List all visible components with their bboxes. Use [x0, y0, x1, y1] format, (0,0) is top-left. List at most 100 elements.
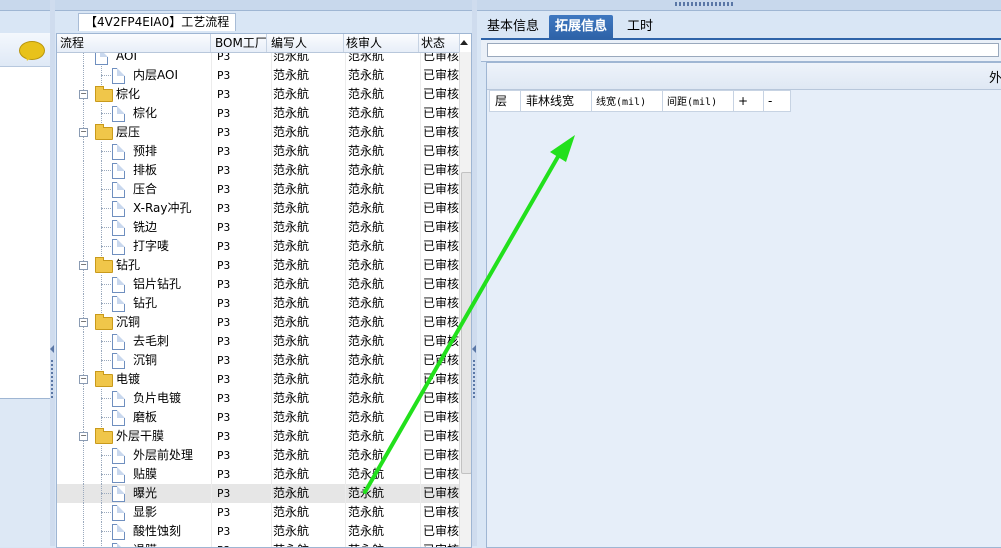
middle-splitter[interactable]: [472, 0, 477, 546]
th-line-width: 线宽(mil): [591, 91, 663, 111]
flow-cell[interactable]: − 棕化: [57, 85, 212, 104]
table-row[interactable]: 负片电镀 P3 范永航 范永航 已审核: [57, 389, 459, 408]
collapse-toggle-icon[interactable]: −: [79, 90, 88, 99]
flow-cell[interactable]: 负片电镀: [57, 389, 212, 408]
flow-cell[interactable]: − 沉铜: [57, 313, 212, 332]
flow-cell[interactable]: 酸性蚀刻: [57, 522, 212, 541]
detail-input[interactable]: [487, 43, 999, 57]
flow-cell[interactable]: 排板: [57, 161, 212, 180]
collapse-arrow-icon[interactable]: [472, 345, 476, 353]
table-row[interactable]: 内层AOI P3 范永航 范永航 已审核: [57, 66, 459, 85]
flow-cell[interactable]: 去毛刺: [57, 332, 212, 351]
table-row[interactable]: 沉铜 P3 范永航 范永航 已审核: [57, 351, 459, 370]
table-row[interactable]: 外层前处理 P3 范永航 范永航 已审核: [57, 446, 459, 465]
add-row-button[interactable]: +: [733, 91, 764, 111]
table-row[interactable]: 酸性蚀刻 P3 范永航 范永航 已审核: [57, 522, 459, 541]
table-row[interactable]: X-Ray冲孔 P3 范永航 范永航 已审核: [57, 199, 459, 218]
chat-bubble-icon[interactable]: [19, 41, 45, 60]
collapse-toggle-icon[interactable]: −: [79, 432, 88, 441]
flow-cell[interactable]: 曝光: [57, 484, 212, 503]
flow-cell[interactable]: 退膜: [57, 541, 212, 547]
col-status[interactable]: 状态: [418, 34, 460, 52]
grid-scrollbar[interactable]: [459, 52, 471, 547]
flow-cell[interactable]: − 电镀: [57, 370, 212, 389]
flow-cell[interactable]: X-Ray冲孔: [57, 199, 212, 218]
col-bom-factory[interactable]: BOM工厂: [212, 34, 267, 52]
table-row[interactable]: − 沉铜 P3 范永航 范永航 已审核: [57, 313, 459, 332]
flow-cell[interactable]: 钻孔: [57, 294, 212, 313]
remove-row-button[interactable]: -: [763, 91, 791, 111]
status-cell: 已审核: [418, 370, 459, 389]
col-flow[interactable]: 流程: [57, 34, 211, 52]
detail-toolstrip: [481, 40, 1001, 62]
scrollbar-thumb[interactable]: [461, 172, 471, 474]
table-row[interactable]: 铝片钻孔 P3 范永航 范永航 已审核: [57, 275, 459, 294]
collapse-toggle-icon[interactable]: −: [79, 128, 88, 137]
flow-cell[interactable]: 铝片钻孔: [57, 275, 212, 294]
sort-arrow-icon[interactable]: [460, 40, 468, 45]
collapse-toggle-icon[interactable]: −: [79, 318, 88, 327]
table-row[interactable]: − 电镀 P3 范永航 范永航 已审核: [57, 370, 459, 389]
table-row[interactable]: 去毛刺 P3 范永航 范永航 已审核: [57, 332, 459, 351]
flow-cell[interactable]: 棕化: [57, 104, 212, 123]
table-row[interactable]: − 钻孔 P3 范永航 范永航 已审核: [57, 256, 459, 275]
table-row[interactable]: 预排 P3 范永航 范永航 已审核: [57, 142, 459, 161]
top-splitter[interactable]: [0, 0, 1001, 11]
author-cell: 范永航: [268, 465, 346, 484]
flow-cell[interactable]: − 钻孔: [57, 256, 212, 275]
reviewer-cell: 范永航: [343, 370, 421, 389]
table-row[interactable]: 贴膜 P3 范永航 范永航 已审核: [57, 465, 459, 484]
table-row[interactable]: 打字唛 P3 范永航 范永航 已审核: [57, 237, 459, 256]
flow-cell[interactable]: 磨板: [57, 408, 212, 427]
splitter-grip[interactable]: [675, 2, 735, 6]
flow-cell[interactable]: − 外层干膜: [57, 427, 212, 446]
reviewer-cell: 范永航: [343, 408, 421, 427]
col-reviewer[interactable]: 核审人: [343, 34, 419, 52]
reviewer-cell: 范永航: [343, 180, 421, 199]
table-row[interactable]: 曝光 P3 范永航 范永航 已审核: [57, 484, 459, 503]
tree-guide-line: [101, 541, 102, 547]
bom-cell: P3: [212, 370, 272, 389]
table-row[interactable]: 排板 P3 范永航 范永航 已审核: [57, 161, 459, 180]
left-splitter[interactable]: [50, 0, 55, 546]
collapse-toggle-icon[interactable]: −: [79, 375, 88, 384]
bom-cell: P3: [212, 85, 272, 104]
author-cell: 范永航: [268, 123, 346, 142]
table-row[interactable]: 钻孔 P3 范永航 范永航 已审核: [57, 294, 459, 313]
tab-basic-info[interactable]: 基本信息: [481, 15, 545, 38]
author-cell: 范永航: [268, 541, 346, 547]
flow-label: 排板: [133, 163, 158, 177]
flow-cell[interactable]: 内层AOI: [57, 66, 212, 85]
folder-icon: [95, 314, 113, 330]
tab-work-hours[interactable]: 工时: [621, 15, 659, 38]
document-icon: [112, 353, 125, 369]
flow-cell[interactable]: 打字唛: [57, 237, 212, 256]
table-row[interactable]: − 棕化 P3 范永航 范永航 已审核: [57, 85, 459, 104]
tab-extended-info[interactable]: 拓展信息: [549, 15, 614, 38]
bom-cell: P3: [212, 142, 272, 161]
table-row[interactable]: 铣边 P3 范永航 范永航 已审核: [57, 218, 459, 237]
collapse-toggle-icon[interactable]: −: [79, 261, 88, 270]
flow-cell[interactable]: 显影: [57, 503, 212, 522]
table-row[interactable]: 棕化 P3 范永航 范永航 已审核: [57, 104, 459, 123]
col-author[interactable]: 编写人: [268, 34, 344, 52]
table-row[interactable]: − 外层干膜 P3 范永航 范永航 已审核: [57, 427, 459, 446]
table-row[interactable]: 显影 P3 范永航 范永航 已审核: [57, 503, 459, 522]
table-row[interactable]: − 层压 P3 范永航 范永航 已审核: [57, 123, 459, 142]
flow-cell[interactable]: 铣边: [57, 218, 212, 237]
flow-cell[interactable]: 压合: [57, 180, 212, 199]
flow-cell[interactable]: 沉铜: [57, 351, 212, 370]
group-title: 【4V2FP4EIA0】工艺流程: [78, 13, 237, 31]
table-row[interactable]: 磨板 P3 范永航 范永航 已审核: [57, 408, 459, 427]
tree-guide-line: [83, 104, 84, 123]
document-icon: [112, 467, 125, 483]
flow-cell[interactable]: 外层前处理: [57, 446, 212, 465]
flow-cell[interactable]: 贴膜: [57, 465, 212, 484]
author-cell: 范永航: [268, 256, 346, 275]
collapse-arrow-icon[interactable]: [50, 345, 54, 353]
flow-cell[interactable]: − 层压: [57, 123, 212, 142]
table-row[interactable]: 退膜P3范永航范永航已审核: [57, 541, 459, 547]
table-row[interactable]: 压合 P3 范永航 范永航 已审核: [57, 180, 459, 199]
flow-cell[interactable]: 预排: [57, 142, 212, 161]
status-cell: 已审核: [418, 503, 459, 522]
